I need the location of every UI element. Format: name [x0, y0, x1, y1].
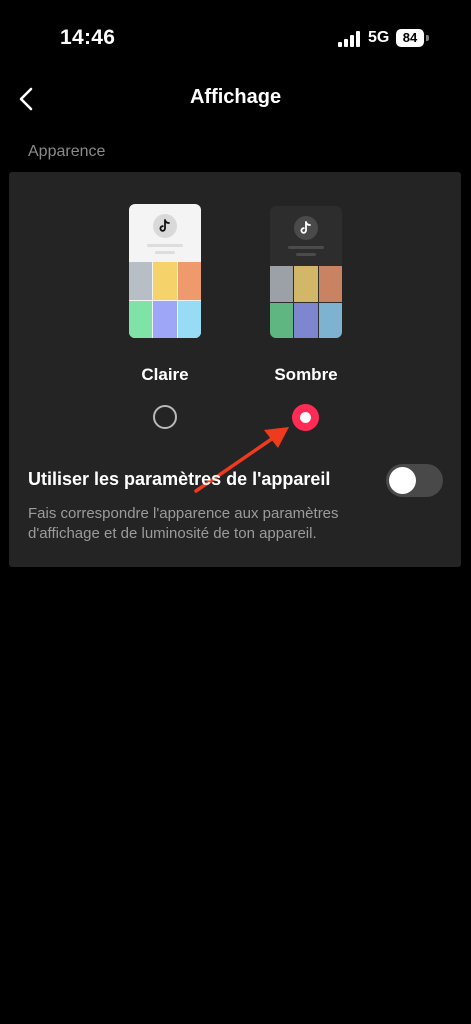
preview-tile: [318, 266, 342, 302]
battery-tip: [426, 35, 429, 41]
section-label: Apparence: [28, 143, 106, 160]
toggle-knob: [389, 467, 416, 494]
battery-icon: 84: [396, 29, 424, 47]
preview-tile: [153, 262, 177, 300]
preview-tile: [270, 302, 294, 338]
theme-label-claire: Claire: [141, 365, 189, 384]
network-type: 5G: [368, 29, 390, 46]
device-settings-description: Fais correspondre l'apparence aux paramè…: [28, 505, 339, 542]
preview-line: [147, 244, 183, 247]
page-title: Affichage: [189, 86, 282, 108]
light-theme-preview[interactable]: [129, 204, 201, 338]
preview-tiles: [270, 266, 342, 338]
preview-tile: [294, 266, 318, 302]
tiktok-logo-icon: [294, 216, 318, 240]
signal-icon: [338, 31, 362, 47]
preview-tile: [270, 266, 294, 302]
preview-line: [288, 246, 324, 249]
tiktok-logo-icon: [153, 214, 177, 238]
radio-selected-dot: [300, 412, 311, 423]
dark-theme-preview[interactable]: [270, 206, 342, 338]
status-time: 14:46: [60, 26, 116, 49]
theme-label-sombre: Sombre: [274, 365, 338, 384]
device-settings-title: Utiliser les paramètres de l'appareil: [28, 469, 331, 489]
header: Affichage: [0, 78, 471, 120]
device-settings-toggle[interactable]: [386, 464, 443, 497]
preview-tile: [129, 300, 153, 338]
preview-tile: [294, 302, 318, 338]
preview-tile: [318, 302, 342, 338]
preview-tile: [129, 262, 153, 300]
preview-line: [155, 251, 175, 254]
preview-tile: [153, 300, 177, 338]
preview-tile: [177, 300, 201, 338]
preview-line: [296, 253, 316, 256]
radio-claire[interactable]: [153, 405, 177, 429]
status-bar: 14:46 5G 84: [0, 0, 471, 78]
preview-tiles: [129, 262, 201, 338]
preview-tile: [177, 262, 201, 300]
